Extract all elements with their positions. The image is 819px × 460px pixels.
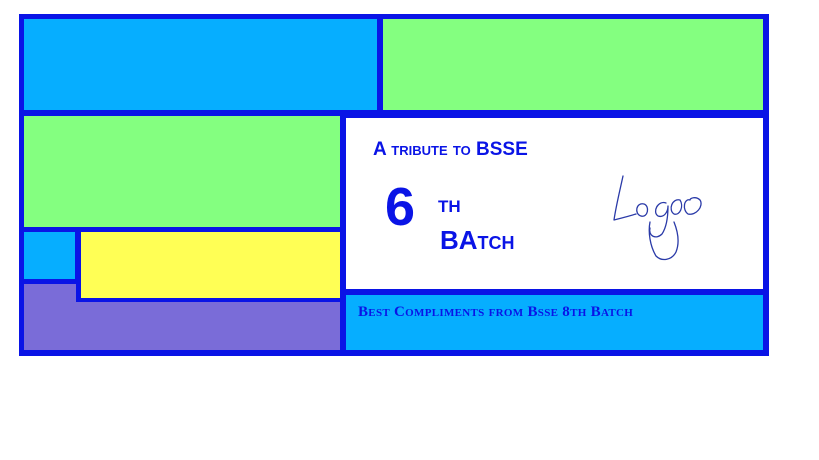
middle-left-green-panel — [24, 116, 340, 227]
compliments-text: Best Compliments from Bsse 8th Batch — [358, 304, 634, 320]
purple-panel-lower — [24, 302, 340, 350]
yellow-panel — [81, 232, 340, 298]
batch-suffix: th — [438, 191, 461, 218]
small-cyan-panel — [24, 232, 75, 279]
tribute-heading: A tribute to BSSE — [373, 139, 528, 160]
purple-panel-upper — [24, 284, 76, 304]
top-left-cyan-panel — [24, 19, 377, 110]
batch-word: BAtch — [440, 225, 515, 255]
top-right-green-panel — [383, 19, 763, 110]
logo-handwritten-signature — [613, 175, 702, 261]
batch-number: 6 — [385, 177, 416, 237]
